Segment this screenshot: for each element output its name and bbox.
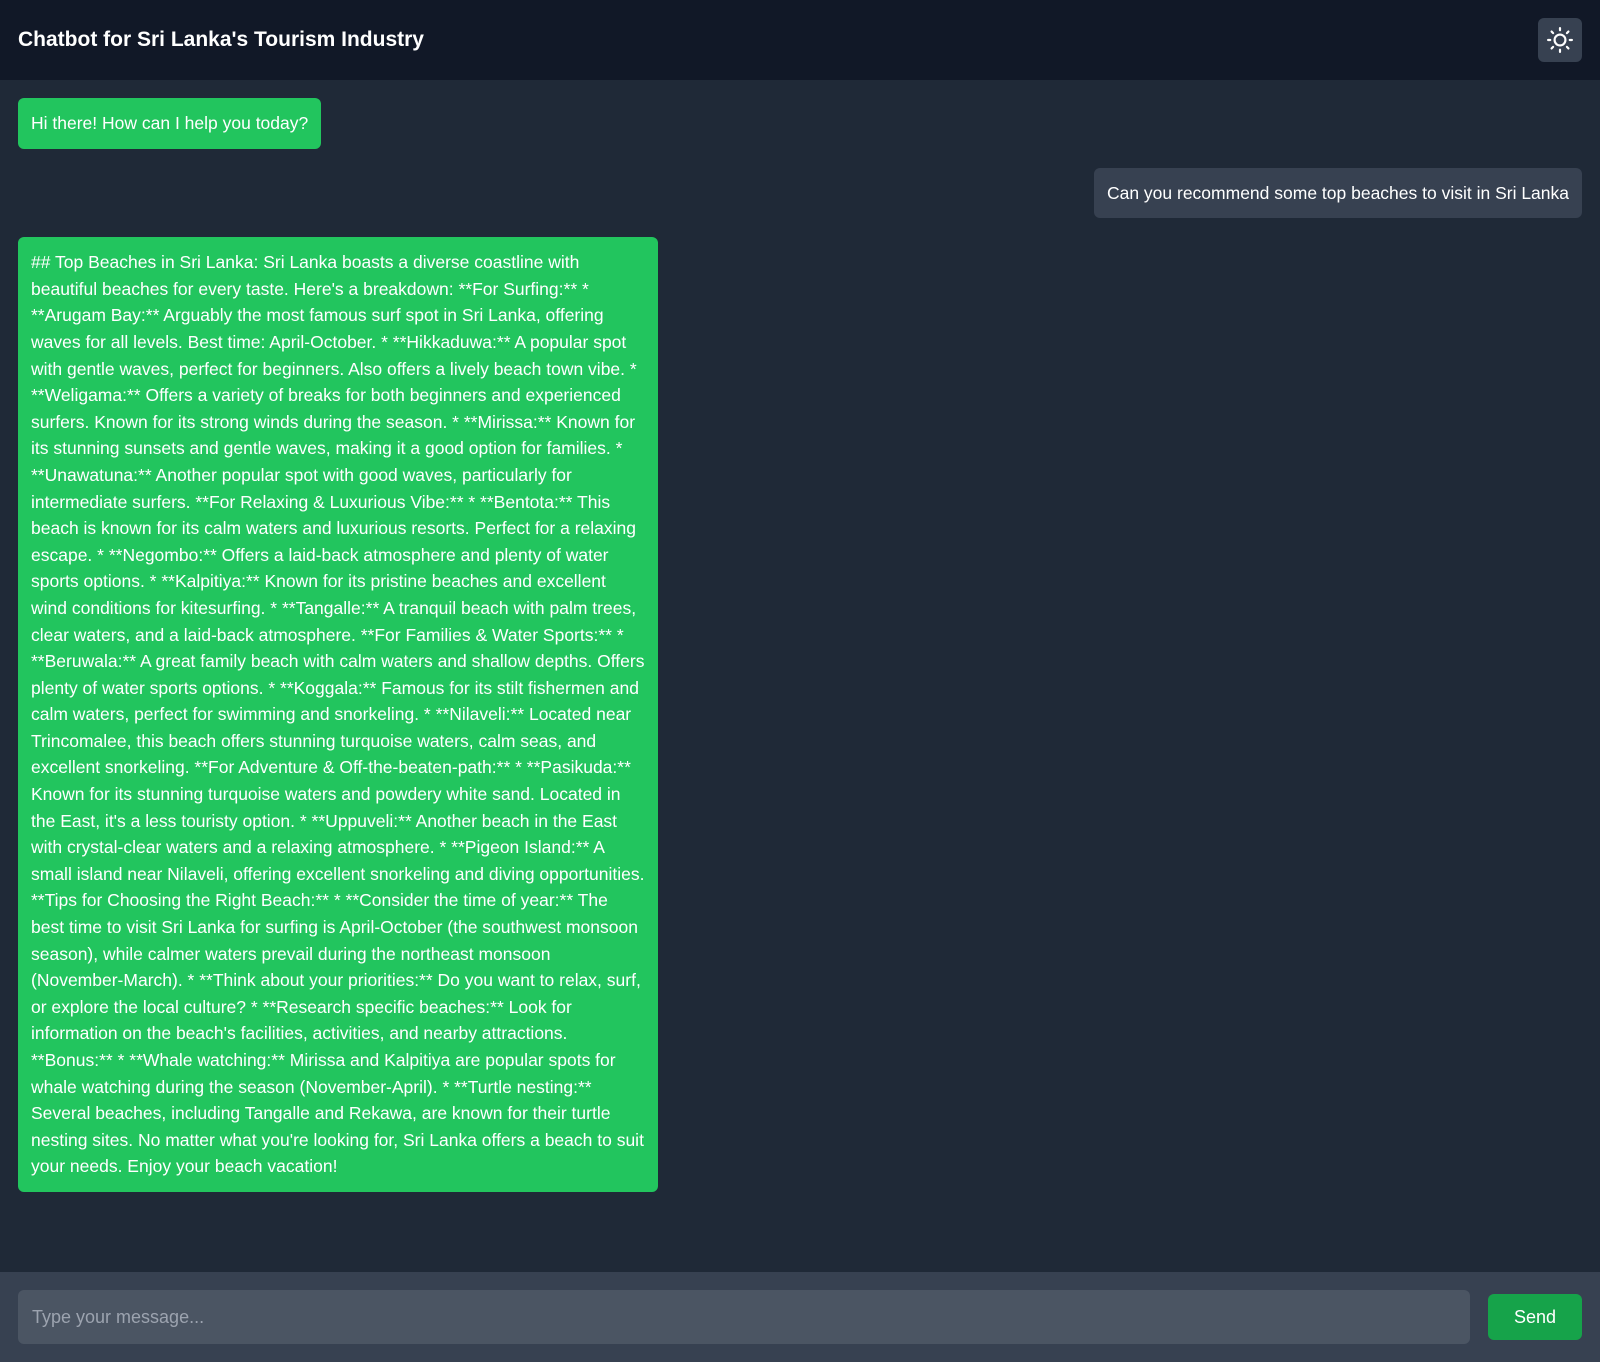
chat-messages[interactable]: Hi there! How can I help you today? Can … xyxy=(0,80,1600,1272)
message-composer: Send xyxy=(0,1272,1600,1362)
bot-message-bubble: Hi there! How can I help you today? xyxy=(18,98,322,149)
sun-icon xyxy=(1547,27,1573,53)
theme-toggle-button[interactable] xyxy=(1538,18,1582,62)
bot-message-bubble: ## Top Beaches in Sri Lanka: Sri Lanka b… xyxy=(18,237,658,1192)
message-input[interactable] xyxy=(18,1290,1470,1344)
user-message-bubble: Can you recommend some top beaches to vi… xyxy=(1093,167,1582,219)
message-row-bot: Hi there! How can I help you today? xyxy=(18,98,1582,149)
message-row-user: Can you recommend some top beaches to vi… xyxy=(18,167,1582,219)
send-button[interactable]: Send xyxy=(1488,1294,1582,1340)
page-title: Chatbot for Sri Lanka's Tourism Industry xyxy=(18,28,424,51)
chat-app: Chatbot for Sri Lanka's Tourism Industry… xyxy=(0,0,1600,1362)
message-row-bot: ## Top Beaches in Sri Lanka: Sri Lanka b… xyxy=(18,237,1582,1192)
app-header: Chatbot for Sri Lanka's Tourism Industry xyxy=(0,0,1600,80)
